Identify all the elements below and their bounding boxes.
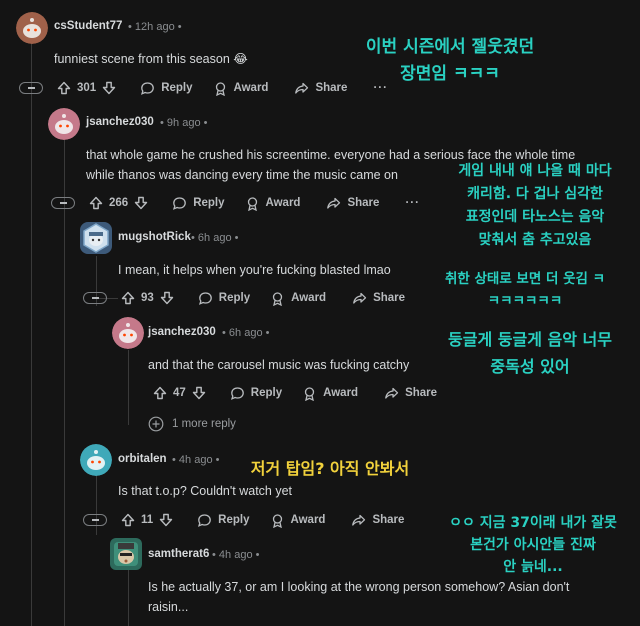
award-button[interactable]: Award: [266, 197, 301, 209]
reply-button[interactable]: Reply: [251, 387, 282, 399]
translation-overlay: ㅇㅇ 지금 37이래 내가 잘못 본건가 아시안들 진짜 안 늙네...: [449, 515, 617, 575]
comment-body: I mean, it helps when you're fucking bla…: [118, 263, 391, 277]
collapse-button[interactable]: [51, 197, 75, 209]
comment-time: • 6h ago •: [191, 232, 239, 244]
comment-time: • 4h ago •: [172, 454, 220, 466]
share-icon[interactable]: [294, 81, 309, 96]
comment-author[interactable]: jsanchez030: [148, 326, 216, 338]
share-button[interactable]: Share: [372, 514, 404, 526]
award-button[interactable]: Award: [234, 82, 269, 94]
avatar[interactable]: [112, 317, 144, 349]
share-button[interactable]: Share: [347, 197, 379, 209]
comment-time: • 12h ago •: [128, 21, 182, 33]
translation-overlay: 둥글게 둥글게 음악 너무 중독성 있어: [448, 330, 612, 376]
plus-circle-icon: [148, 416, 164, 432]
upvote-icon[interactable]: [57, 81, 71, 95]
comment-time: • 4h ago •: [212, 549, 260, 561]
reply-icon[interactable]: [172, 196, 187, 211]
downvote-icon[interactable]: [192, 386, 206, 400]
comment-body: while thanos was dancing every time the …: [86, 168, 398, 182]
share-icon[interactable]: [326, 196, 341, 211]
avatar[interactable]: [16, 12, 48, 44]
reply-button[interactable]: Reply: [219, 292, 250, 304]
downvote-icon[interactable]: [134, 196, 148, 210]
share-icon[interactable]: [384, 386, 399, 401]
vote-count: 266: [109, 197, 129, 209]
comment-body: raisin...: [148, 600, 189, 614]
vote-count: 11: [141, 514, 154, 526]
comment-actions: 301 Reply Award Share ···: [19, 78, 388, 98]
more-options-button[interactable]: ···: [405, 197, 420, 209]
reply-button[interactable]: Reply: [218, 514, 249, 526]
collapse-button[interactable]: [19, 82, 43, 94]
more-replies-link[interactable]: 1 more reply: [148, 416, 236, 432]
translation-overlay: 게임 내내 얘 나올 때 마다 캐리함. 다 겁나 심각한 표정인데 타노스는 …: [458, 163, 612, 248]
award-button[interactable]: Award: [291, 514, 326, 526]
downvote-icon[interactable]: [102, 81, 116, 95]
collapse-button[interactable]: [83, 514, 107, 526]
award-icon[interactable]: [270, 513, 285, 528]
downvote-icon[interactable]: [160, 291, 174, 305]
comment-time: • 9h ago •: [160, 117, 208, 129]
award-icon[interactable]: [270, 291, 285, 306]
comment-actions: 93 Reply Award Share: [83, 288, 405, 308]
avatar[interactable]: [110, 538, 142, 570]
share-icon[interactable]: [351, 513, 366, 528]
thread-line: [128, 570, 129, 626]
comment-author[interactable]: orbitalen: [118, 453, 167, 465]
comment-time: • 6h ago •: [222, 327, 270, 339]
award-icon[interactable]: [213, 81, 228, 96]
vote-count: 93: [141, 292, 154, 304]
share-icon[interactable]: [352, 291, 367, 306]
more-replies-label: 1 more reply: [172, 418, 236, 430]
comment-author[interactable]: mugshotRick: [118, 231, 191, 243]
comment-author[interactable]: samtherat6: [148, 548, 209, 560]
avatar[interactable]: [80, 222, 112, 254]
upvote-icon[interactable]: [121, 291, 135, 305]
reply-icon[interactable]: [230, 386, 245, 401]
translation-overlay: 취한 상태로 보면 더 웃김 ㅋ ㅋㅋㅋㅋㅋㅋ: [444, 271, 606, 309]
comment-body: and that the carousel music was fucking …: [148, 358, 410, 372]
reply-icon[interactable]: [197, 513, 212, 528]
comment-actions: 266 Reply Award Share ···: [51, 193, 420, 213]
award-button[interactable]: Award: [323, 387, 358, 399]
avatar[interactable]: [80, 444, 112, 476]
thread-line: [31, 38, 32, 626]
downvote-icon[interactable]: [159, 513, 173, 527]
vote-count: 301: [77, 82, 97, 94]
upvote-icon[interactable]: [153, 386, 167, 400]
comment-body: Is he actually 37, or am I looking at th…: [148, 580, 570, 594]
thread-line: [128, 350, 129, 425]
comment-body: funniest scene from this season 😂: [54, 52, 248, 66]
comment-actions: 47 Reply Award Share: [153, 383, 437, 403]
share-button[interactable]: Share: [405, 387, 437, 399]
comment-author[interactable]: jsanchez030: [86, 116, 154, 128]
vote-count: 47: [173, 387, 186, 399]
translation-overlay: 이번 시즌에서 젤웃겼던 장면임 ㅋㅋㅋ: [365, 37, 535, 84]
reply-button[interactable]: Reply: [161, 82, 192, 94]
reply-icon[interactable]: [198, 291, 213, 306]
comment-author[interactable]: csStudent77: [54, 20, 122, 32]
comment-actions: 11 Reply Award Share: [83, 510, 404, 530]
reply-button[interactable]: Reply: [193, 197, 224, 209]
comment-body: Is that t.o.p? Couldn't watch yet: [118, 484, 293, 498]
award-icon[interactable]: [245, 196, 260, 211]
award-button[interactable]: Award: [291, 292, 326, 304]
collapse-button[interactable]: [83, 292, 107, 304]
share-button[interactable]: Share: [373, 292, 405, 304]
upvote-icon[interactable]: [121, 513, 135, 527]
award-icon[interactable]: [302, 386, 317, 401]
translation-overlay: 저거 탑임? 아직 안봐서: [250, 459, 410, 478]
avatar[interactable]: [48, 108, 80, 140]
reply-icon[interactable]: [140, 81, 155, 96]
upvote-icon[interactable]: [89, 196, 103, 210]
